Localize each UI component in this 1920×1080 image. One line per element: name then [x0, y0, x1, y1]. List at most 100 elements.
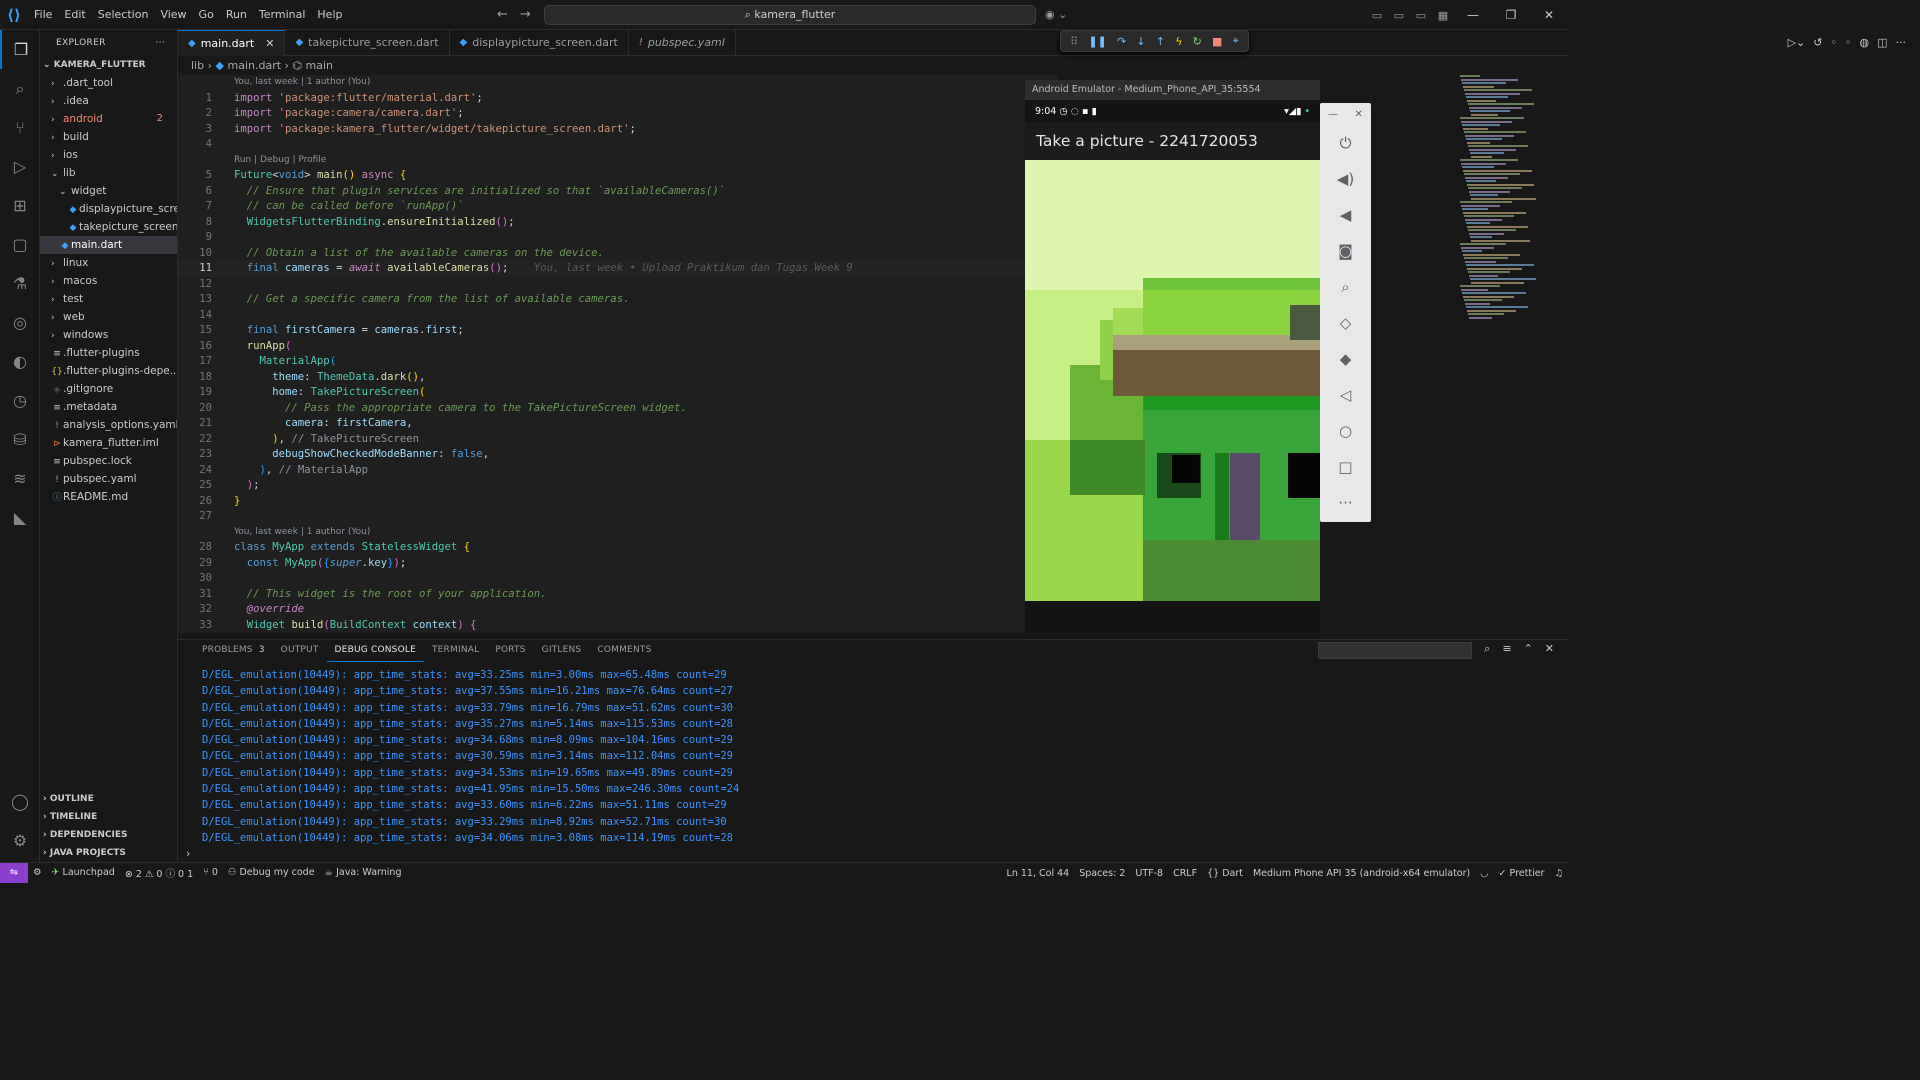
debug-console-output[interactable]: D/EGL_emulation(10449): app_time_stats: …	[202, 667, 739, 846]
tree-item[interactable]: ! analysis_options.yaml	[40, 416, 177, 434]
blame-codelens[interactable]: You, last week | 1 author (You)	[178, 525, 1058, 541]
tree-item[interactable]: ◆takepicture_screen....	[40, 218, 177, 236]
tree-item[interactable]: › test	[40, 290, 177, 308]
ports-status[interactable]: ⑂ 0	[198, 867, 223, 878]
power-icon[interactable]: ⏻	[1320, 125, 1371, 161]
next-change-icon[interactable]: ◦	[1845, 36, 1852, 49]
more-actions-icon[interactable]: ···	[156, 30, 165, 56]
close-panel-icon[interactable]: ✕	[1545, 642, 1554, 656]
tree-item[interactable]: ≡ .metadata	[40, 398, 177, 416]
devtools-icon[interactable]: ⌖	[1233, 34, 1239, 48]
section-java-projects[interactable]: › JAVA PROJECTS	[40, 844, 178, 862]
step-into-icon[interactable]: ↓	[1136, 35, 1145, 48]
hot-reload-icon[interactable]: ϟ	[1175, 35, 1182, 48]
emulator-title-bar[interactable]: Android Emulator - Medium_Phone_API_35:5…	[1025, 80, 1320, 100]
gear-icon[interactable]: ⚙	[0, 821, 40, 860]
tree-item[interactable]: › windows	[40, 326, 177, 344]
close-icon[interactable]: ✕	[1354, 109, 1362, 120]
menu-edit[interactable]: Edit	[58, 0, 91, 30]
step-over-icon[interactable]: ↷	[1117, 35, 1126, 48]
section-dependencies[interactable]: › DEPENDENCIES	[40, 826, 178, 844]
drag-handle-icon[interactable]: ⠿	[1070, 35, 1078, 48]
database-icon[interactable]: ⛁	[0, 420, 40, 459]
tree-item[interactable]: › android 2	[40, 110, 177, 128]
volume-up-icon[interactable]: ◀)	[1320, 161, 1371, 197]
cursor-position[interactable]: Ln 11, Col 44	[1002, 868, 1075, 879]
tree-item[interactable]: ≡ pubspec.lock	[40, 452, 177, 470]
step-out-icon[interactable]: ↑	[1156, 35, 1165, 48]
home-icon[interactable]: ○	[1320, 413, 1371, 449]
overview-icon[interactable]: □	[1320, 449, 1371, 485]
tab-problems[interactable]: PROBLEMS 3	[194, 640, 273, 661]
code-editor[interactable]: You, last week | 1 author (You) 1 import …	[178, 75, 1058, 633]
stop-icon[interactable]: ■	[1212, 35, 1222, 48]
run-codelens[interactable]: Run | Debug | Profile	[178, 153, 1058, 169]
volume-down-icon[interactable]: ◀	[1320, 197, 1371, 233]
tree-item[interactable]: › linux	[40, 254, 177, 272]
restore-icon[interactable]: ❐	[1492, 8, 1530, 22]
tab-output[interactable]: OUTPUT	[273, 640, 327, 661]
flutter-devtools-icon[interactable]: ◍	[1859, 36, 1869, 49]
zoom-icon[interactable]: ⌕	[1320, 269, 1371, 305]
java-status[interactable]: ☕ Java: Warning	[320, 867, 407, 878]
split-editor-icon[interactable]: ◫	[1877, 36, 1887, 49]
tab-main-dart[interactable]: ◆ main.dart ✕	[178, 30, 286, 57]
tab-gitlens[interactable]: GITLENS	[534, 640, 590, 661]
tab-pubspec-yaml[interactable]: ! pubspec.yaml	[629, 30, 736, 56]
previous-change-icon[interactable]: ◦	[1830, 36, 1837, 49]
remote-indicator-icon[interactable]: ⇋	[0, 862, 28, 883]
console-input-chevron-icon[interactable]: ›	[186, 847, 190, 860]
sync-icon[interactable]: ◡	[1475, 868, 1493, 879]
breadcrumb-lib[interactable]: lib	[191, 59, 204, 72]
breadcrumb-symbol[interactable]: main	[306, 59, 333, 72]
search-icon[interactable]: ⌕	[0, 69, 40, 108]
explorer-icon[interactable]: ❐	[0, 30, 40, 69]
tree-item[interactable]: › .idea	[40, 92, 177, 110]
tree-item[interactable]: › .dart_tool	[40, 74, 177, 92]
extensions-icon[interactable]: ⊞	[0, 186, 40, 225]
menu-selection[interactable]: Selection	[92, 0, 155, 30]
menu-help[interactable]: Help	[311, 0, 348, 30]
close-window-icon[interactable]: ✕	[1530, 8, 1568, 22]
launchpad-item[interactable]: ✈ Launchpad	[47, 867, 120, 878]
more-actions-icon[interactable]: ···	[1896, 36, 1907, 49]
find-icon[interactable]: ⌕	[1484, 642, 1490, 656]
tree-item[interactable]: ⌄ widget	[40, 182, 177, 200]
prettier-status[interactable]: ✓ Prettier	[1494, 868, 1550, 879]
menu-terminal[interactable]: Terminal	[253, 0, 312, 30]
toggle-sidebar-icon[interactable]: ▭	[1366, 9, 1388, 22]
problems-status[interactable]: ⊗ 2 ⚠ 0 ⓘ 0 1	[120, 866, 198, 880]
restart-icon[interactable]: ↻	[1193, 35, 1202, 48]
breadcrumb-file[interactable]: main.dart	[227, 59, 281, 72]
rotate-right-icon[interactable]: ◆	[1320, 341, 1371, 377]
command-center-search[interactable]: ⌕ kamera_flutter	[544, 5, 1036, 25]
tree-item[interactable]: ≡ .flutter-plugins	[40, 344, 177, 362]
tree-item[interactable]: ◆displaypicture_scre...	[40, 200, 177, 218]
close-icon[interactable]: ✕	[265, 31, 274, 57]
clear-console-icon[interactable]: ≡	[1502, 642, 1511, 656]
run-dropdown-icon[interactable]: ▷⌄	[1788, 36, 1806, 49]
tab-terminal[interactable]: TERMINAL	[424, 640, 487, 661]
run-debug-icon[interactable]: ▷	[0, 147, 40, 186]
console-filter-input[interactable]	[1318, 642, 1472, 659]
minimize-icon[interactable]: —	[1328, 109, 1338, 120]
tab-takepicture-screen[interactable]: ◆ takepicture_screen.dart	[285, 30, 450, 56]
copilot-icon[interactable]: ◉ ⌄	[1045, 8, 1067, 21]
tab-displaypicture-screen[interactable]: ◆ displaypicture_screen.dart	[450, 30, 629, 56]
menu-go[interactable]: Go	[193, 0, 220, 30]
gitlens-icon[interactable]: ◐	[0, 342, 40, 381]
tree-item[interactable]: ⌄ lib	[40, 164, 177, 182]
toggle-panel-icon[interactable]: ▭	[1388, 9, 1410, 22]
flutter-icon[interactable]: ◣	[0, 498, 40, 537]
back-arrow-icon[interactable]: ←	[497, 7, 508, 22]
tree-item[interactable]: ◆ main.dart	[40, 236, 177, 254]
copilot-status-icon[interactable]: ⚙	[28, 867, 47, 878]
more-icon[interactable]: ···	[1320, 485, 1371, 521]
timeline-icon[interactable]: ◷	[0, 381, 40, 420]
github-icon[interactable]: ◎	[0, 303, 40, 342]
tree-item[interactable]: ! pubspec.yaml	[40, 470, 177, 488]
source-control-icon[interactable]: ⑂	[0, 108, 40, 147]
minimap[interactable]	[1460, 75, 1550, 633]
workspace-root[interactable]: ⌄ KAMERA_FLUTTER	[40, 56, 177, 74]
customize-layout-icon[interactable]: ▦	[1432, 9, 1454, 22]
